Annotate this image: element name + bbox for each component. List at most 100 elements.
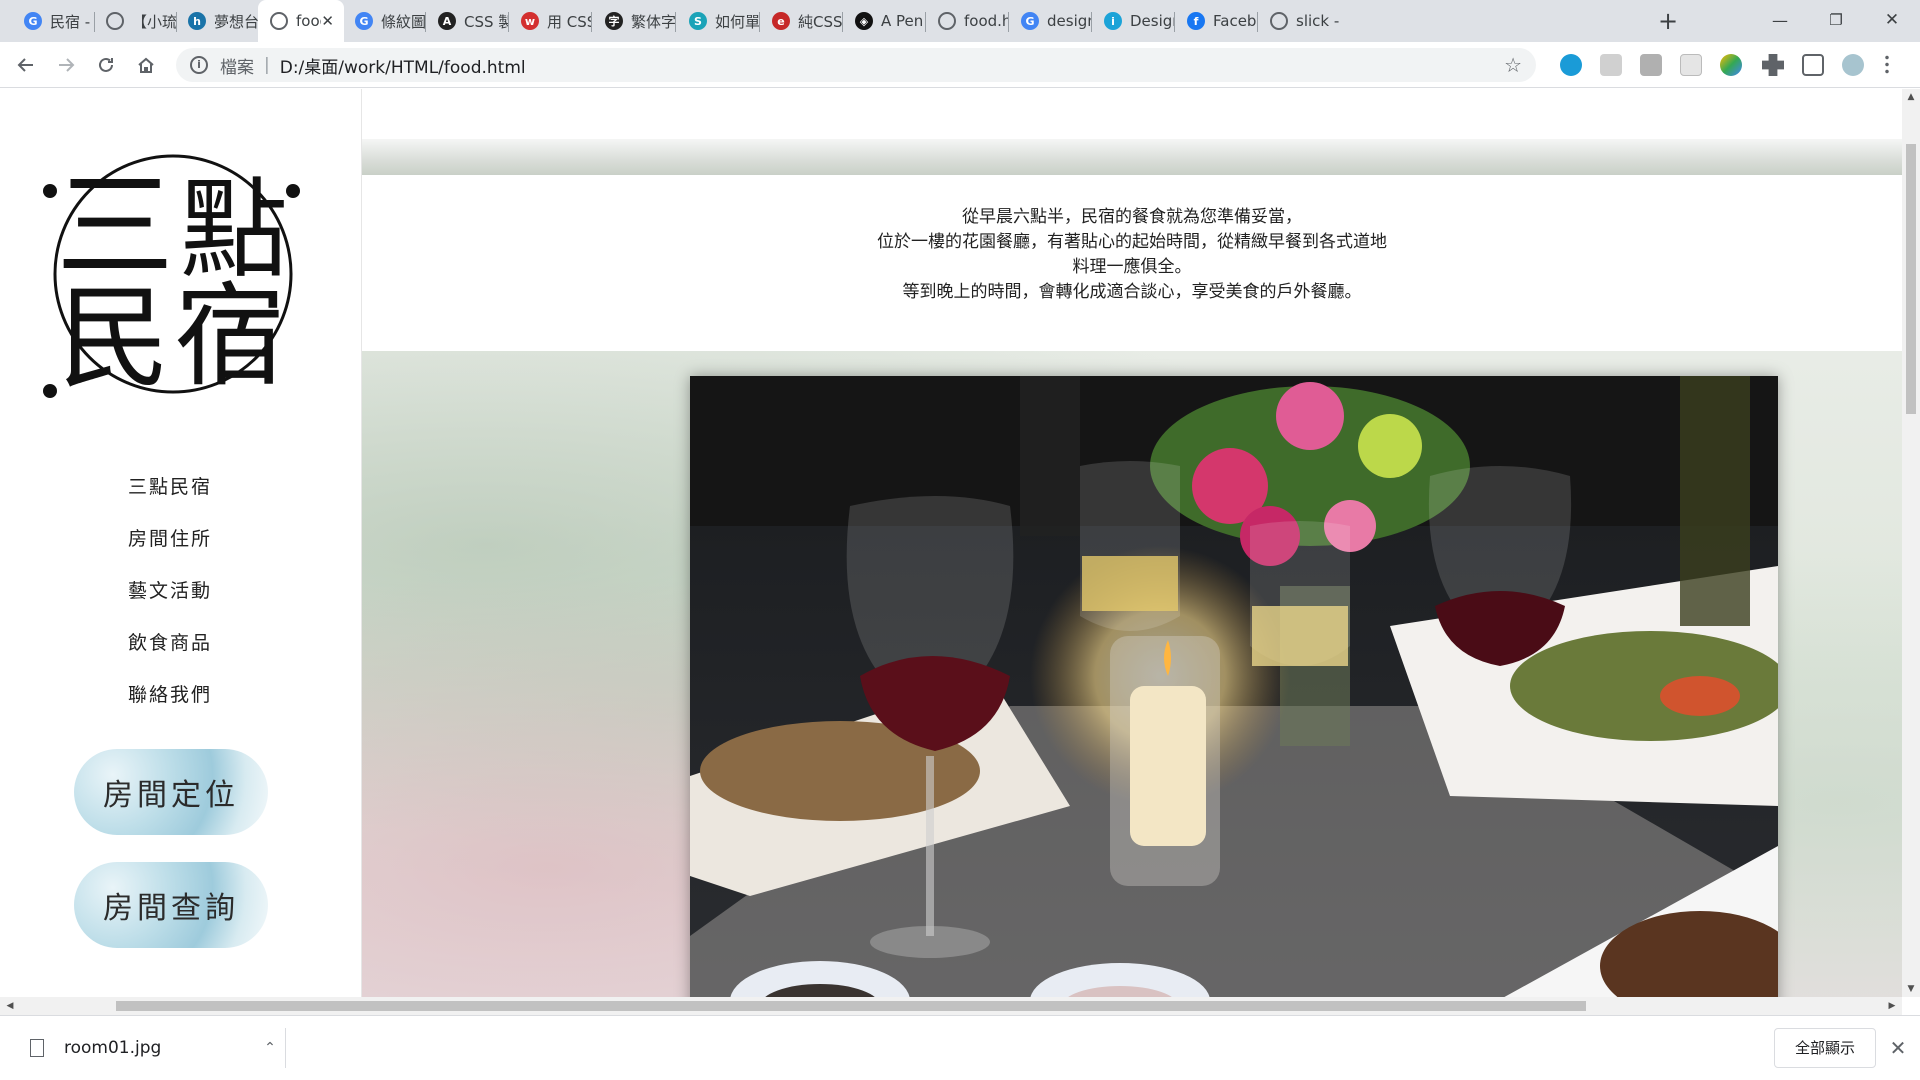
globe-icon <box>270 12 288 30</box>
site-icon: e <box>772 12 790 30</box>
nav-item-rooms[interactable]: 房間住所 <box>0 513 340 565</box>
profile-avatar[interactable] <box>1842 54 1864 76</box>
tab-title: 民宿 - G <box>50 12 94 31</box>
main-content: 從早晨六點半，民宿的餐食就為您準備妥當， 位於一樓的花園餐廳，有著貼心的起始時間… <box>362 89 1902 997</box>
minimize-button[interactable]: — <box>1752 0 1808 40</box>
nav-item-food[interactable]: 飲食商品 <box>0 617 340 669</box>
site-icon: 字 <box>605 12 623 30</box>
logo-char: 民 <box>58 274 170 399</box>
intro-line: 位於一樓的花園餐廳，有著貼心的起始時間，從精緻早餐到各式道地 <box>877 232 1387 252</box>
browser-tab[interactable]: ◈ A Pen b <box>843 0 925 42</box>
back-button[interactable] <box>10 49 42 81</box>
site-logo[interactable]: 三 點 民 宿 <box>38 149 308 399</box>
nav-item-contact[interactable]: 聯絡我們 <box>0 669 340 721</box>
show-all-downloads-button[interactable]: 全部顯示 <box>1774 1028 1876 1068</box>
browser-tab[interactable]: 【小琉 <box>94 0 176 42</box>
browser-tab[interactable]: food.ht <box>926 0 1008 42</box>
browser-tab[interactable]: G 民宿 - G <box>12 0 94 42</box>
browser-tab[interactable]: food✕ <box>258 0 344 42</box>
url-scheme-label: 檔案 <box>220 57 254 78</box>
globe-icon <box>938 12 956 30</box>
skype-extension-icon[interactable] <box>1560 54 1582 76</box>
close-shelf-icon[interactable]: ✕ <box>1884 1034 1912 1062</box>
scroll-down-arrow-icon[interactable]: ▼ <box>1902 981 1920 997</box>
bookmark-star-icon[interactable]: ☆ <box>1504 53 1522 77</box>
extension-icon[interactable] <box>1600 54 1622 76</box>
tab-title: food <box>296 12 321 30</box>
extensions-puzzle-icon[interactable] <box>1762 54 1784 76</box>
url-separator: | <box>264 55 270 75</box>
url-text: D:/桌面/work/HTML/food.html <box>279 57 526 78</box>
browser-tab[interactable]: Gdesign <box>1009 0 1091 42</box>
main-nav: 三點民宿 房間住所 藝文活動 飲食商品 聯絡我們 <box>0 461 340 721</box>
tab-title: 條紋圖 <box>381 12 425 31</box>
browser-tab[interactable]: h 夢想台 <box>176 0 258 42</box>
extension-icon[interactable] <box>1680 54 1702 76</box>
browser-tab[interactable]: w 用 CSS <box>509 0 591 42</box>
download-item[interactable]: room01.jpg ⌃ <box>20 1028 286 1068</box>
tab-title: 純CSS <box>798 12 842 31</box>
browser-tab[interactable]: i Design <box>1092 0 1174 42</box>
forward-button[interactable] <box>50 49 82 81</box>
scroll-left-arrow-icon[interactable]: ◀ <box>2 997 18 1015</box>
vertical-scroll-thumb[interactable] <box>1906 144 1916 414</box>
room-query-button[interactable]: 房間查詢 <box>74 862 268 948</box>
hero-landscape-image <box>362 139 1902 175</box>
room-locate-button[interactable]: 房間定位 <box>74 749 268 835</box>
logo-dot <box>286 184 300 198</box>
browser-tab[interactable]: S 如何單 <box>677 0 759 42</box>
browser-tab[interactable]: e 純CSS <box>760 0 842 42</box>
browser-tab[interactable]: A CSS 製 <box>426 0 508 42</box>
tab-title: Facebo <box>1213 12 1257 30</box>
cast-icon[interactable] <box>1802 54 1824 76</box>
intro-line: 料理一應俱全。 <box>1072 257 1192 277</box>
facebook-icon: f <box>1187 12 1205 30</box>
nav-item-home[interactable]: 三點民宿 <box>0 461 340 513</box>
address-bar[interactable]: i 檔案 | D:/桌面/work/HTML/food.html ☆ <box>176 48 1536 82</box>
intro-line: 從早晨六點半，民宿的餐食就為您準備妥當， <box>962 207 1302 227</box>
scroll-right-arrow-icon[interactable]: ▶ <box>1884 997 1900 1015</box>
intro-text: 從早晨六點半，民宿的餐食就為您準備妥當， 位於一樓的花園餐廳，有著貼心的起始時間… <box>362 175 1902 351</box>
tab-title: food.ht <box>964 12 1008 30</box>
site-icon: i <box>1104 12 1122 30</box>
site-icon: h <box>188 12 206 30</box>
tab-title: design <box>1047 12 1091 30</box>
pdf-extension-icon[interactable] <box>1640 54 1662 76</box>
browser-tab[interactable]: slick - t <box>1258 0 1340 42</box>
site-icon: w <box>521 12 539 30</box>
home-icon <box>138 57 154 73</box>
dining-table-photo <box>690 376 1778 997</box>
horizontal-scroll-thumb[interactable] <box>116 1001 1586 1011</box>
tab-title: 夢想台 <box>214 12 258 31</box>
tab-close-icon[interactable]: ✕ <box>321 12 334 30</box>
restore-button[interactable]: ❐ <box>1808 0 1864 40</box>
reload-icon <box>99 57 113 72</box>
scroll-up-arrow-icon[interactable]: ▲ <box>1902 89 1920 105</box>
new-tab-button[interactable]: + <box>1652 6 1684 38</box>
nav-item-activities[interactable]: 藝文活動 <box>0 565 340 617</box>
site-icon: A <box>438 12 456 30</box>
tab-title: 繁体字 <box>631 12 675 31</box>
menu-kebab-icon[interactable] <box>1884 54 1890 76</box>
site-icon: S <box>689 12 707 30</box>
logo-dot <box>43 184 57 198</box>
back-arrow-icon <box>17 58 33 72</box>
vertical-scrollbar[interactable]: ▲ ▼ <box>1902 89 1920 997</box>
logo-dot <box>43 384 57 398</box>
norton-extension-icon[interactable] <box>1720 54 1742 76</box>
chevron-up-icon[interactable]: ⌃ <box>255 1040 285 1056</box>
google-icon: G <box>1021 12 1039 30</box>
horizontal-scrollbar[interactable]: ◀ ▶ <box>0 997 1902 1015</box>
globe-icon <box>1270 12 1288 30</box>
info-icon[interactable]: i <box>190 56 208 74</box>
window-close-button[interactable]: ✕ <box>1864 0 1920 40</box>
reload-button[interactable] <box>90 49 122 81</box>
tab-title: 用 CSS <box>547 12 591 31</box>
browser-tab[interactable]: f Facebo <box>1175 0 1257 42</box>
google-icon: G <box>24 12 42 30</box>
browser-tab[interactable]: 字繁体字 <box>593 0 675 42</box>
google-icon: G <box>355 12 373 30</box>
browser-tab[interactable]: G 條紋圖 <box>343 0 425 42</box>
home-button[interactable] <box>130 49 162 81</box>
hero-banner <box>362 89 1902 175</box>
